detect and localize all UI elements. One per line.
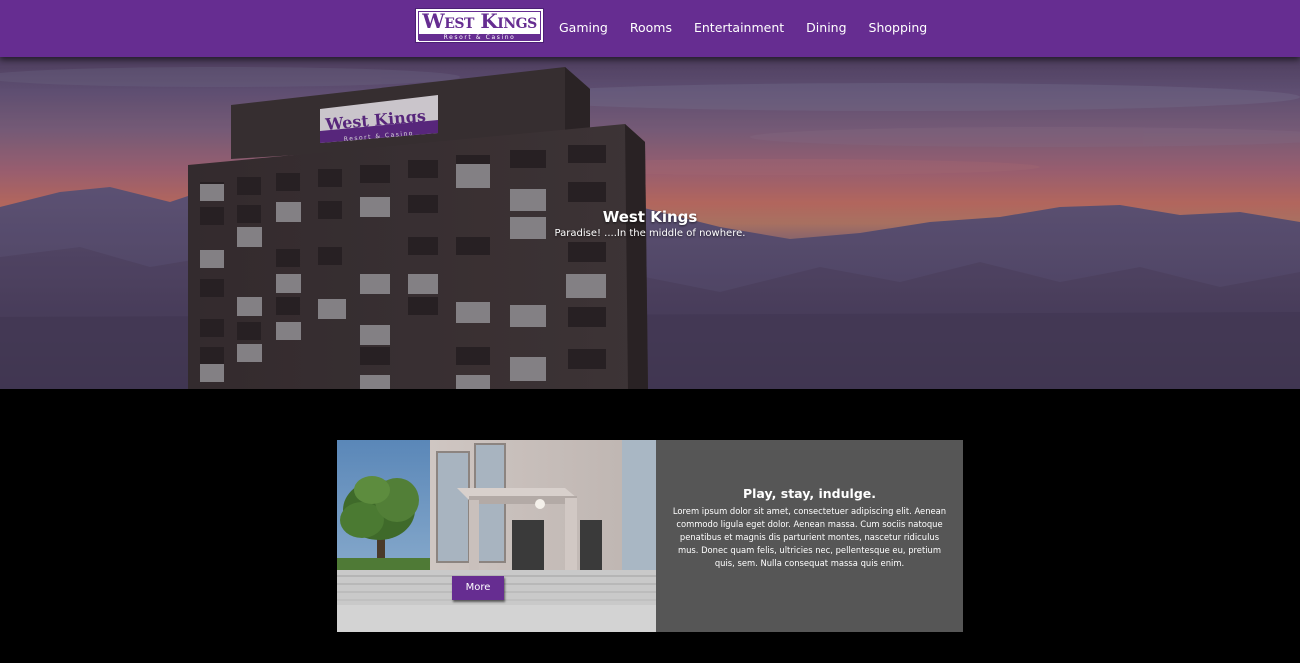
feature-card: Play, stay, indulge. Lorem ipsum dolor s…: [337, 440, 963, 632]
entrance-photo: [337, 440, 656, 632]
nav-item-entertainment[interactable]: Entertainment: [694, 19, 784, 37]
feature-title: Play, stay, indulge.: [742, 486, 876, 501]
hero-banner: West Kings Resort & Casino West Kings Pa…: [0, 57, 1300, 389]
hero-title: West Kings: [602, 208, 698, 226]
nav-item-gaming[interactable]: Gaming: [559, 19, 608, 37]
feature-text-panel: Play, stay, indulge. Lorem ipsum dolor s…: [656, 440, 963, 632]
nav-item-shopping[interactable]: Shopping: [869, 19, 928, 37]
hero-subtitle: Paradise! ....In the middle of nowhere.: [554, 228, 746, 239]
nav-item-rooms[interactable]: Rooms: [630, 19, 672, 37]
brand-logo[interactable]: West Kings Resort & Casino: [415, 8, 544, 43]
feature-body: Lorem ipsum dolor sit amet, consectetuer…: [672, 506, 947, 568]
more-button[interactable]: More: [452, 576, 504, 600]
logo-tagline: Resort & Casino: [419, 34, 540, 41]
nav-item-dining[interactable]: Dining: [806, 19, 846, 37]
top-navbar: West Kings Resort & Casino Gaming Rooms …: [0, 0, 1300, 57]
main-nav: Gaming Rooms Entertainment Dining Shoppi…: [559, 19, 927, 37]
logo-name: West Kings: [422, 9, 537, 33]
